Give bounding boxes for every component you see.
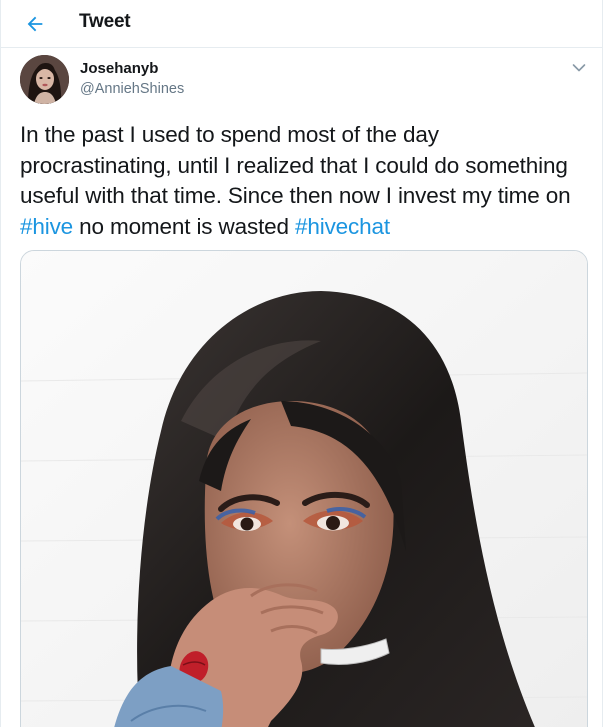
tweet-text-segment: no moment is wasted (73, 213, 295, 239)
tweet-text: In the past I used to spend most of the … (20, 120, 585, 242)
tweet-photo[interactable] (20, 250, 588, 727)
arrow-left-icon (27, 16, 43, 32)
more-options-button[interactable] (568, 58, 590, 78)
page-title: Tweet (79, 11, 131, 32)
chevron-down-icon (572, 64, 586, 72)
author-handle[interactable]: @AnniehShines (80, 81, 184, 97)
page-header: Tweet (1, 0, 602, 48)
author-display-name[interactable]: Josehanyb (80, 60, 158, 77)
back-button[interactable] (21, 10, 49, 38)
avatar[interactable] (20, 55, 69, 104)
hashtag-link-hivechat[interactable]: #hivechat (295, 214, 390, 239)
tweet-page: Tweet Josehanyb @AnniehShines In the pas… (0, 0, 603, 727)
hashtag-link-hive[interactable]: #hive (20, 214, 73, 239)
tweet-text-segment: In the past I used to spend most of the … (20, 122, 571, 208)
